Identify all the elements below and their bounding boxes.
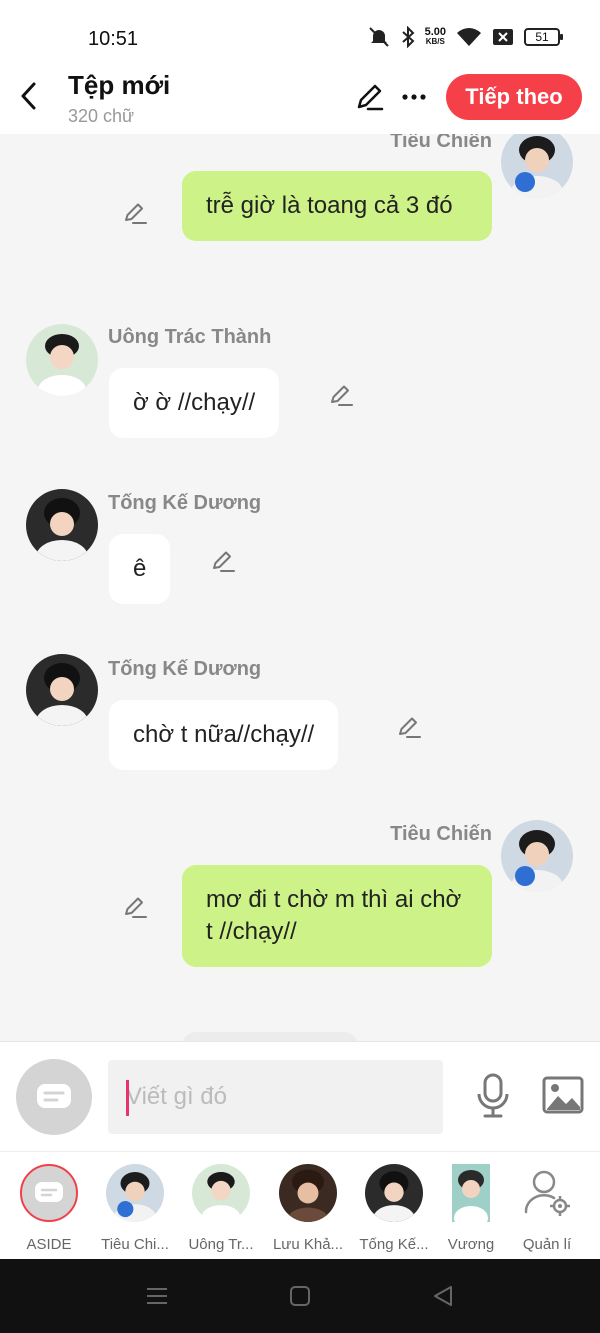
document-title[interactable]: Tệp mới xyxy=(68,70,170,101)
character-name: Tống Kế... xyxy=(359,1236,429,1253)
character-name: Quản lí xyxy=(522,1236,572,1253)
manage-characters-button[interactable]: Quản lí xyxy=(504,1164,590,1253)
chat-area[interactable]: Tiêu Chiến trễ giờ là toang cả 3 đó Uông… xyxy=(0,134,600,1041)
avatar-vuong-image xyxy=(452,1164,490,1222)
system-back-button[interactable] xyxy=(430,1283,456,1309)
mute-bell-icon xyxy=(368,27,389,47)
avatar-tieu-chien[interactable] xyxy=(501,134,573,198)
aside-button[interactable] xyxy=(16,1059,92,1135)
word-count: 320 chữ xyxy=(68,106,135,126)
character-tieu-chien[interactable]: Tiêu Chi... xyxy=(92,1164,178,1253)
character-luu-kha[interactable]: Lưu Khả... xyxy=(265,1164,351,1253)
avatar-tong-ke-duong[interactable] xyxy=(26,654,98,726)
avatar-tieu-chien-image xyxy=(501,820,573,892)
text-caret xyxy=(126,1080,129,1116)
sender-name: Tiêu Chiến xyxy=(390,134,492,152)
next-button[interactable]: Tiếp theo xyxy=(446,74,582,120)
avatar-tong-ke-duong-image xyxy=(26,654,98,726)
edit-message-button[interactable] xyxy=(396,714,422,740)
aside-avatar xyxy=(20,1164,78,1222)
edit-title-button[interactable] xyxy=(354,82,384,112)
character-name: Lưu Khả... xyxy=(272,1236,344,1253)
avatar-tieu-chien-image xyxy=(106,1164,164,1222)
avatar-uong-trac-thanh-image xyxy=(192,1164,250,1222)
message-bubble[interactable]: ê xyxy=(109,534,171,604)
sender-name: Uông Trác Thành xyxy=(108,326,272,348)
character-avatar xyxy=(365,1164,423,1222)
avatar-tong-ke-duong[interactable] xyxy=(26,489,98,561)
microphone-icon xyxy=(477,1073,509,1118)
home-button[interactable] xyxy=(287,1283,313,1309)
pencil-icon xyxy=(213,551,235,572)
character-avatar xyxy=(452,1164,490,1222)
character-name: ASIDE xyxy=(26,1236,72,1253)
character-uong-trac-thanh[interactable]: Uông Tr... xyxy=(178,1164,264,1253)
user-settings-icon xyxy=(524,1170,570,1216)
pencil-icon xyxy=(357,84,384,111)
triangle-back-icon xyxy=(434,1286,452,1306)
pencil-icon xyxy=(331,385,353,406)
composer-bar xyxy=(0,1041,600,1151)
back-button[interactable] xyxy=(14,80,42,112)
system-nav-bar xyxy=(0,1259,600,1333)
insert-image-button[interactable] xyxy=(542,1076,584,1114)
message-bubble[interactable]: mơ đi t chờ m thì ai chờ t //chạy// xyxy=(182,865,492,967)
net-speed-value: 5.00 xyxy=(424,26,446,38)
character-name: Uông Tr... xyxy=(188,1236,254,1253)
avatar-tong-ke-duong-image xyxy=(365,1164,423,1222)
edit-message-button[interactable] xyxy=(328,382,354,408)
avatar-tieu-chien[interactable] xyxy=(501,820,573,892)
status-icons: 5.00 KB/S 51 xyxy=(367,26,563,48)
pencil-icon xyxy=(399,717,421,738)
manage-icon-wrap xyxy=(518,1164,576,1222)
character-avatar xyxy=(106,1164,164,1222)
voice-input-button[interactable] xyxy=(474,1072,512,1120)
status-bar: 10:51 5.00 KB/S 51 xyxy=(0,0,600,62)
message-bubble[interactable]: chờ t nữa//chạy// xyxy=(109,700,339,770)
avatar-tong-ke-duong-image xyxy=(26,489,98,561)
menu-icon xyxy=(147,1288,167,1304)
message-icon xyxy=(35,1182,63,1202)
net-speed-unit: KB/S xyxy=(425,37,445,46)
battery-indicator: 51 xyxy=(524,28,563,46)
message-input[interactable] xyxy=(108,1060,443,1134)
avatar-uong-trac-thanh[interactable] xyxy=(26,324,98,396)
character-vuong[interactable]: Vương xyxy=(428,1164,514,1253)
character-name: Vương xyxy=(447,1236,495,1253)
more-options-button[interactable] xyxy=(400,82,428,112)
message-bubble[interactable]: ờ ờ //chạy// xyxy=(109,368,280,438)
chevron-left-icon xyxy=(21,82,36,110)
sender-name: Tống Kế Dương xyxy=(108,492,262,514)
bluetooth-icon xyxy=(401,26,415,48)
square-icon xyxy=(290,1286,310,1306)
recents-button[interactable] xyxy=(144,1283,170,1309)
edit-message-button[interactable] xyxy=(210,548,236,574)
message-icon xyxy=(37,1084,71,1108)
sender-name: Tống Kế Dương xyxy=(108,658,262,680)
pencil-icon xyxy=(125,203,147,224)
net-speed: 5.00 KB/S xyxy=(425,27,446,47)
character-avatar xyxy=(192,1164,250,1222)
pencil-icon xyxy=(125,897,147,918)
message-bubble-partial xyxy=(182,1032,358,1041)
character-bar: ASIDE Tiêu Chi... Uông Tr... Lưu Khả... … xyxy=(0,1151,600,1259)
avatar-uong-trac-thanh-image xyxy=(26,324,98,396)
more-dots-icon xyxy=(402,94,426,100)
edit-message-button[interactable] xyxy=(122,894,148,920)
avatar-luu-kha-image xyxy=(279,1164,337,1222)
avatar-tieu-chien-image xyxy=(501,134,573,198)
app-header: Tệp mới 320 chữ Tiếp theo xyxy=(0,62,600,134)
character-name: Tiêu Chi... xyxy=(101,1236,169,1253)
image-icon xyxy=(542,1076,584,1114)
status-time: 10:51 xyxy=(88,28,139,50)
edit-message-button[interactable] xyxy=(122,200,148,226)
character-tong-ke-duong[interactable]: Tống Kế... xyxy=(351,1164,437,1253)
sim-off-icon xyxy=(493,29,513,45)
sender-name: Tiêu Chiến xyxy=(390,823,492,845)
character-avatar xyxy=(279,1164,337,1222)
message-bubble[interactable]: trễ giờ là toang cả 3 đó xyxy=(182,171,492,241)
wifi-icon xyxy=(457,28,481,46)
character-aside[interactable]: ASIDE xyxy=(6,1164,92,1253)
